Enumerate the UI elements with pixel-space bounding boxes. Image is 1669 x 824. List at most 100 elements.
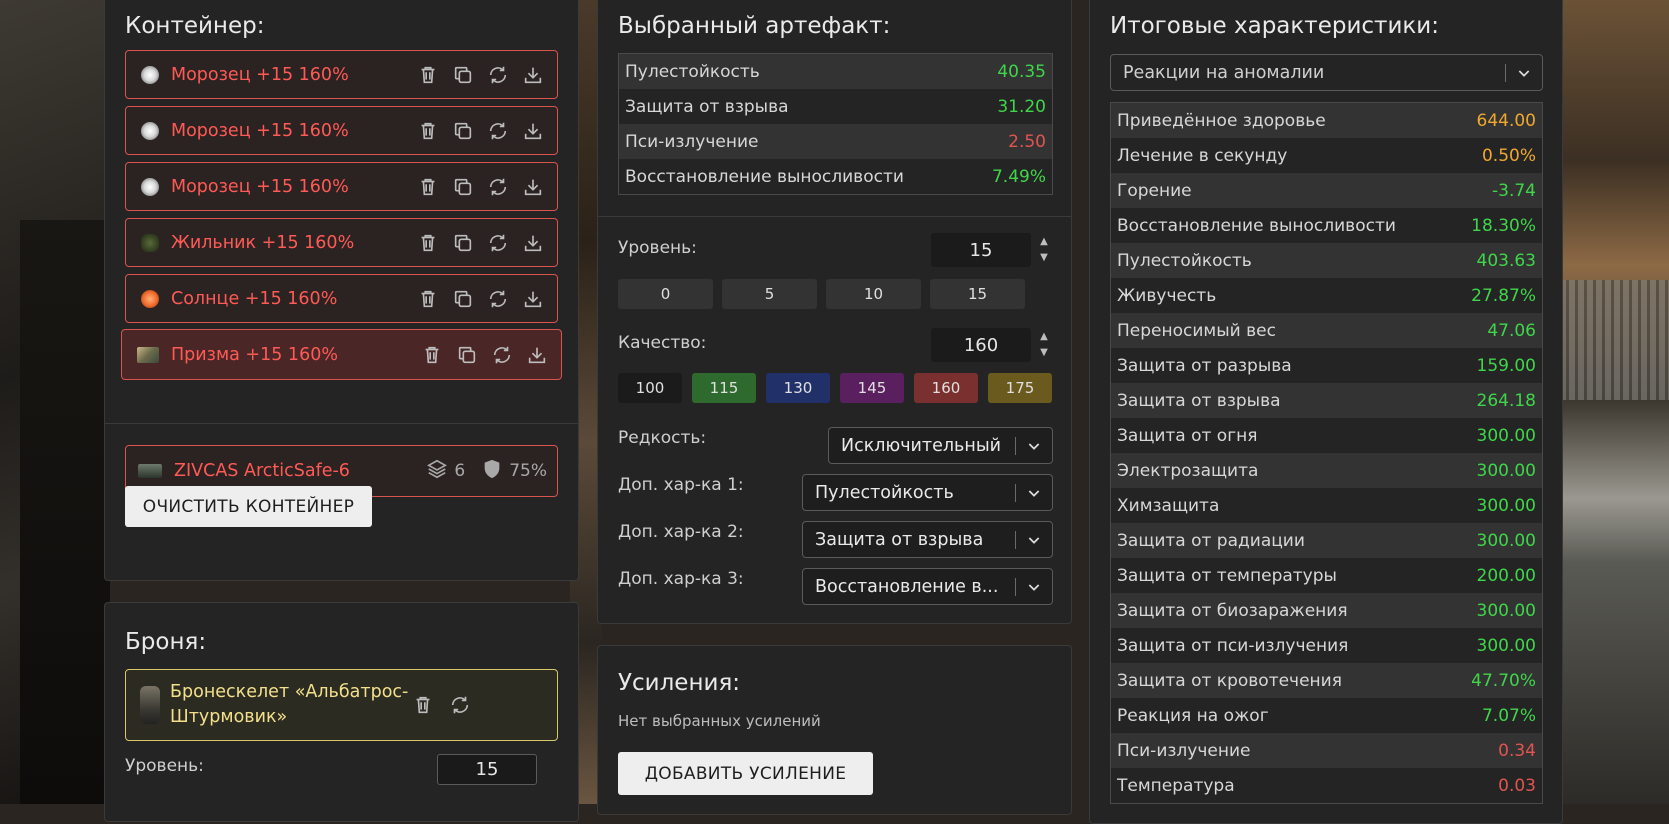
artifact-stat-label: Восстановление выносливости	[625, 166, 904, 187]
container-item[interactable]: Морозец +15 160%	[125, 106, 558, 155]
copy-icon[interactable]	[450, 118, 475, 143]
totals-row: Защита от огня 300.00	[1111, 418, 1542, 453]
artifact-stat-label: Защита от взрыва	[625, 96, 789, 117]
download-icon[interactable]	[520, 118, 545, 143]
quality-preset-button[interactable]: 160	[914, 373, 978, 403]
totals-row: Электрозащита 300.00	[1111, 453, 1542, 488]
level-preset-button[interactable]: 5	[722, 279, 817, 309]
container-item-name: Жильник +15 160%	[171, 232, 355, 253]
totals-row-label: Защита от огня	[1117, 425, 1258, 446]
copy-icon[interactable]	[450, 286, 475, 311]
replace-icon[interactable]	[485, 174, 510, 199]
artifact-quality-input[interactable]: 160	[931, 328, 1031, 362]
artifact-stat-label: Пулестойкость	[625, 61, 760, 82]
download-icon[interactable]	[520, 230, 545, 255]
download-icon[interactable]	[520, 62, 545, 87]
quality-preset-button[interactable]: 115	[692, 373, 756, 403]
totals-row-label: Пулестойкость	[1117, 250, 1252, 271]
replace-icon[interactable]	[485, 62, 510, 87]
quality-preset-button[interactable]: 145	[840, 373, 904, 403]
replace-icon[interactable]	[485, 230, 510, 255]
delete-icon[interactable]	[415, 118, 440, 143]
armor-level-input[interactable]: 15	[437, 754, 537, 785]
extra1-select-value: Пулестойкость	[815, 482, 954, 503]
totals-row: Защита от взрыва 264.18	[1111, 383, 1542, 418]
extra2-select[interactable]: Защита от взрыва	[802, 521, 1053, 558]
totals-row: Температура 0.03	[1111, 768, 1542, 803]
clear-container-button[interactable]: ОЧИСТИТЬ КОНТЕЙНЕР	[125, 486, 372, 527]
download-icon[interactable]	[524, 342, 549, 367]
shield-icon	[481, 458, 503, 485]
rarity-select[interactable]: Исключительный	[828, 427, 1053, 464]
replace-icon[interactable]	[485, 118, 510, 143]
totals-row-label: Защита от пси-излучения	[1117, 635, 1349, 656]
delete-icon[interactable]	[415, 62, 440, 87]
copy-icon[interactable]	[450, 230, 475, 255]
artifact-stat-row: Восстановление выносливости 7.49%	[619, 159, 1052, 194]
artifact-title: Выбранный артефакт:	[618, 13, 891, 39]
quality-preset-button[interactable]: 100	[618, 373, 682, 403]
chevron-down-icon	[1016, 438, 1052, 454]
rarity-label: Редкость:	[618, 428, 707, 448]
totals-row-label: Температура	[1117, 775, 1235, 796]
container-item-name: Солнце +15 160%	[171, 288, 338, 309]
artifact-stat-row: Пси-излучение 2.50	[619, 124, 1052, 159]
totals-row-value: 159.00	[1476, 355, 1536, 376]
artifact-level-down-icon[interactable]: ▼	[1036, 253, 1052, 263]
replace-icon[interactable]	[489, 342, 514, 367]
delete-icon[interactable]	[415, 230, 440, 255]
add-boost-button[interactable]: ДОБАВИТЬ УСИЛЕНИЕ	[618, 752, 873, 795]
copy-icon[interactable]	[450, 174, 475, 199]
extra1-select[interactable]: Пулестойкость	[802, 474, 1053, 511]
boosts-title: Усиления:	[618, 670, 741, 696]
totals-row-value: 644.00	[1476, 110, 1536, 131]
totals-row: Защита от радиации 300.00	[1111, 523, 1542, 558]
totals-row-label: Защита от температуры	[1117, 565, 1337, 586]
totals-row-label: Приведённое здоровье	[1117, 110, 1326, 131]
extra3-select[interactable]: Восстановление в...	[802, 568, 1053, 605]
totals-row-value: 264.18	[1476, 390, 1536, 411]
chevron-down-icon	[1016, 485, 1052, 501]
totals-row: Лечение в секунду 0.50%	[1111, 138, 1542, 173]
level-preset-button[interactable]: 10	[826, 279, 921, 309]
armor-delete-icon[interactable]	[410, 693, 435, 718]
totals-table: Приведённое здоровье 644.00 Лечение в секу…	[1110, 102, 1543, 804]
totals-filter-select[interactable]: Реакции на аномалии	[1110, 54, 1543, 91]
extra2-label: Доп. хар-ка 2:	[618, 522, 744, 542]
container-title: Контейнер:	[125, 13, 265, 39]
quality-preset-button[interactable]: 175	[988, 373, 1052, 403]
layers-icon	[426, 458, 448, 485]
artifact-quality-down-icon[interactable]: ▼	[1036, 348, 1052, 358]
extra3-select-value: Восстановление в...	[815, 576, 999, 597]
armor-replace-icon[interactable]	[447, 693, 472, 718]
copy-icon[interactable]	[450, 62, 475, 87]
artifact-quality-up-icon[interactable]: ▲	[1036, 332, 1052, 342]
quality-preset-button[interactable]: 130	[766, 373, 830, 403]
artifact-level-up-icon[interactable]: ▲	[1036, 237, 1052, 247]
copy-icon[interactable]	[454, 342, 479, 367]
artifact-level-input[interactable]: 15	[931, 233, 1031, 267]
container-item[interactable]: Солнце +15 160%	[125, 274, 558, 323]
delete-icon[interactable]	[415, 286, 440, 311]
container-slots: 6	[454, 461, 466, 481]
container-item[interactable]: Призма +15 160%	[121, 329, 562, 380]
armor-title: Броня:	[125, 629, 207, 655]
download-icon[interactable]	[520, 174, 545, 199]
totals-row-value: 47.06	[1487, 320, 1536, 341]
container-item[interactable]: Жильник +15 160%	[125, 218, 558, 267]
container-item[interactable]: Морозец +15 160%	[125, 162, 558, 211]
totals-row-label: Защита от радиации	[1117, 530, 1305, 551]
totals-row-label: Горение	[1117, 180, 1192, 201]
level-preset-button[interactable]: 15	[930, 279, 1025, 309]
delete-icon[interactable]	[415, 174, 440, 199]
level-preset-button[interactable]: 0	[618, 279, 713, 309]
replace-icon[interactable]	[485, 286, 510, 311]
download-icon[interactable]	[520, 286, 545, 311]
artifact-divider	[598, 216, 1071, 217]
delete-icon[interactable]	[419, 342, 444, 367]
artifact-stat-row: Пулестойкость 40.35	[619, 54, 1052, 89]
artifact-stats-table: Пулестойкость 40.35 Защита от взрыва 31.20 П…	[618, 53, 1053, 195]
armor-item[interactable]: Бронескелет «Альбатрос-Штурмовик»	[125, 669, 558, 741]
container-item-name: Морозец +15 160%	[171, 120, 349, 141]
container-item[interactable]: Морозец +15 160%	[125, 50, 558, 99]
